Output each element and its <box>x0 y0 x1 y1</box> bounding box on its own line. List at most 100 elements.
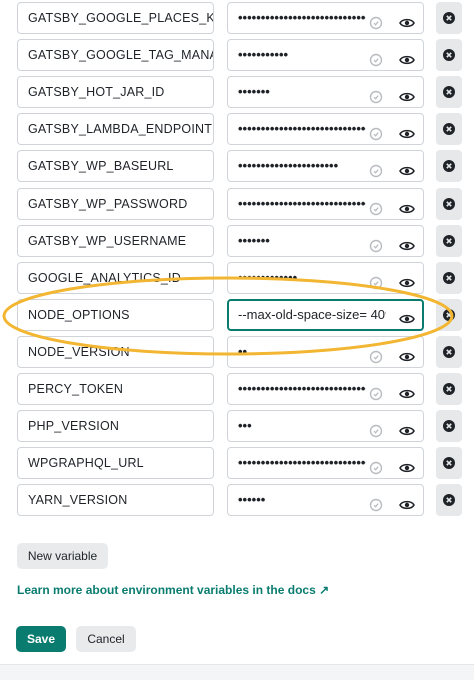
env-variable-row: PHP_VERSION ••• <box>0 410 474 442</box>
copy-icon[interactable] <box>369 419 383 438</box>
remove-variable-button[interactable] <box>436 336 462 368</box>
variable-value-input[interactable]: ••••••• <box>227 76 424 108</box>
variable-value-text: ••••••••••• <box>238 47 289 62</box>
remove-variable-button[interactable] <box>436 447 462 479</box>
variable-value-text: --max-old-space-size= 4096 <box>238 307 386 322</box>
remove-variable-button[interactable] <box>436 262 462 294</box>
eye-icon[interactable] <box>399 419 415 436</box>
variable-value-input[interactable]: •••••••••••••••••••••• <box>227 150 424 182</box>
copy-icon[interactable] <box>369 382 383 401</box>
remove-variable-button[interactable] <box>436 39 462 71</box>
variable-value-input[interactable]: •••••••••••••••••••••••••••••••• <box>227 188 424 220</box>
eye-icon[interactable] <box>399 271 415 288</box>
variable-key-input[interactable]: GOOGLE_ANALYTICS_ID <box>17 262 214 294</box>
remove-variable-button[interactable] <box>436 2 462 34</box>
variable-value-input[interactable]: ••• <box>227 410 424 442</box>
variable-value-text: •••••••••••••••••••••••••••••••• <box>238 10 366 25</box>
variable-value-input[interactable]: •• <box>227 336 424 368</box>
copy-icon[interactable] <box>369 48 383 67</box>
variable-key-input[interactable]: YARN_VERSION <box>17 484 214 516</box>
remove-variable-button[interactable] <box>436 484 462 516</box>
eye-icon[interactable] <box>399 85 415 102</box>
copy-icon[interactable] <box>369 197 383 216</box>
remove-variable-button[interactable] <box>436 188 462 220</box>
variable-key-input[interactable]: GATSBY_WP_PASSWORD <box>17 188 214 220</box>
copy-icon[interactable] <box>369 271 383 290</box>
variable-value-input[interactable]: •••••••••••••••••••••••••••••••• <box>227 113 424 145</box>
remove-variable-button[interactable] <box>436 225 462 257</box>
env-variable-row: PERCY_TOKEN •••••••••••••••••••••••••••••… <box>0 373 474 405</box>
remove-variable-button[interactable] <box>436 113 462 145</box>
remove-variable-button[interactable] <box>436 373 462 405</box>
variable-key-input[interactable]: PHP_VERSION <box>17 410 214 442</box>
variable-key-input[interactable]: PERCY_TOKEN <box>17 373 214 405</box>
eye-icon[interactable] <box>399 382 415 399</box>
eye-icon[interactable] <box>399 345 415 362</box>
copy-icon[interactable] <box>369 234 383 253</box>
eye-icon[interactable] <box>399 122 415 139</box>
eye-icon[interactable] <box>399 234 415 251</box>
variable-key-input[interactable]: GATSBY_GOOGLE_TAG_MANAGER <box>17 39 214 71</box>
variable-value-input[interactable]: •••••••••••••••••••••••••••••••• <box>227 373 424 405</box>
eye-icon[interactable] <box>399 48 415 65</box>
env-variable-row: NODE_VERSION •• <box>0 336 474 368</box>
env-variable-row: GATSBY_LAMBDA_ENDPOINT ••••••••••••••••••… <box>0 113 474 145</box>
variable-value-input[interactable]: --max-old-space-size= 4096 <box>227 299 424 331</box>
copy-icon[interactable] <box>369 122 383 141</box>
variable-key-input[interactable]: GATSBY_HOT_JAR_ID <box>17 76 214 108</box>
env-variable-row: GOOGLE_ANALYTICS_ID ••••••••••••• <box>0 262 474 294</box>
remove-variable-button[interactable] <box>436 76 462 108</box>
eye-icon[interactable] <box>399 308 415 324</box>
variable-value-text: ••••••••••••• <box>238 270 298 285</box>
copy-icon[interactable] <box>369 493 383 512</box>
variable-key-input[interactable]: GATSBY_WP_BASEURL <box>17 150 214 182</box>
panel-bottom-edge <box>0 664 474 680</box>
variable-key-input[interactable]: GATSBY_LAMBDA_ENDPOINT <box>17 113 214 145</box>
cancel-button[interactable]: Cancel <box>76 626 136 652</box>
eye-icon[interactable] <box>399 197 415 214</box>
variable-value-text: •••••••••••••••••••••••••••••••• <box>238 196 366 211</box>
learn-more-link[interactable]: Learn more about environment variables i… <box>17 583 329 597</box>
eye-icon[interactable] <box>399 159 415 176</box>
env-variable-row: YARN_VERSION •••••• <box>0 484 474 516</box>
remove-variable-button[interactable] <box>436 410 462 442</box>
variable-value-text: •••••••••••••••••••••• <box>238 158 339 173</box>
variable-value-input[interactable]: ••••••• <box>227 225 424 257</box>
env-variable-row: NODE_OPTIONS --max-old-space-size= 4096 <box>0 299 474 331</box>
env-variable-row: GATSBY_GOOGLE_PLACES_KEY ••••••••••••••••… <box>0 2 474 34</box>
variable-key-input[interactable]: GATSBY_WP_USERNAME <box>17 225 214 257</box>
variable-key-input[interactable]: WPGRAPHQL_URL <box>17 447 214 479</box>
copy-icon[interactable] <box>369 11 383 30</box>
new-variable-button[interactable]: New variable <box>17 543 108 569</box>
variable-value-input[interactable]: •••••• <box>227 484 424 516</box>
copy-icon[interactable] <box>369 456 383 475</box>
variable-key-input[interactable]: NODE_VERSION <box>17 336 214 368</box>
copy-icon[interactable] <box>369 85 383 104</box>
eye-icon[interactable] <box>399 493 415 510</box>
variable-key-input[interactable]: GATSBY_GOOGLE_PLACES_KEY <box>17 2 214 34</box>
variable-key-input[interactable]: NODE_OPTIONS <box>17 299 214 331</box>
env-variable-row: GATSBY_WP_PASSWORD ••••••••••••••••••••••… <box>0 188 474 220</box>
copy-icon[interactable] <box>369 159 383 178</box>
eye-icon[interactable] <box>399 11 415 28</box>
env-variable-row: GATSBY_HOT_JAR_ID ••••••• <box>0 76 474 108</box>
variable-value-text: ••• <box>238 418 252 433</box>
save-button[interactable]: Save <box>16 626 66 652</box>
variable-value-text: •••••••••••••••••••••••••••••••• <box>238 381 366 396</box>
variable-value-text: •• <box>238 344 248 359</box>
variable-value-text: ••••••• <box>238 84 270 99</box>
env-variable-row: GATSBY_WP_USERNAME ••••••• <box>0 225 474 257</box>
env-variable-row: GATSBY_WP_BASEURL •••••••••••••••••••••• <box>0 150 474 182</box>
variable-value-input[interactable]: •••••••••••••••••••••••••••••••• <box>227 447 424 479</box>
env-variable-row: WPGRAPHQL_URL •••••••••••••••••••••••••••… <box>0 447 474 479</box>
copy-icon[interactable] <box>369 345 383 364</box>
variable-value-input[interactable]: ••••••••••••• <box>227 262 424 294</box>
variable-value-text: •••••••••••••••••••••••••••••••• <box>238 455 366 470</box>
env-variable-row: GATSBY_GOOGLE_TAG_MANAGER ••••••••••• <box>0 39 474 71</box>
remove-variable-button[interactable] <box>436 150 462 182</box>
variable-value-text: •••••• <box>238 492 266 507</box>
variable-value-input[interactable]: •••••••••••••••••••••••••••••••• <box>227 2 424 34</box>
remove-variable-button[interactable] <box>436 299 462 331</box>
eye-icon[interactable] <box>399 456 415 473</box>
variable-value-input[interactable]: ••••••••••• <box>227 39 424 71</box>
